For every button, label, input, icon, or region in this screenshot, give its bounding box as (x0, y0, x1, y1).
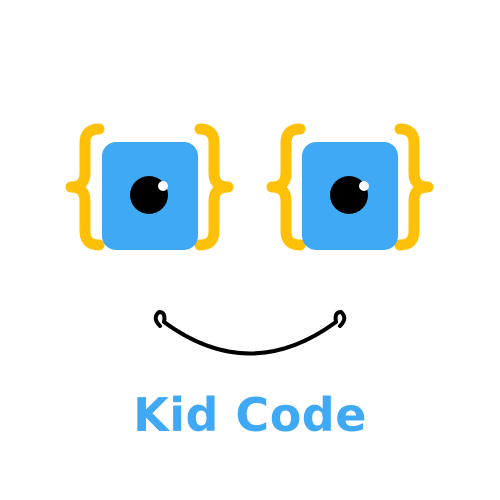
right-eye-opening-brace-icon (266, 123, 306, 251)
left-eye-highlight-icon (158, 181, 168, 191)
right-eye-highlight-icon (359, 181, 369, 191)
right-eye-icon (266, 123, 434, 251)
right-eye-closing-brace-icon (394, 123, 434, 251)
kid-code-logo: Kid Code (0, 0, 500, 500)
left-eye-opening-brace-icon (65, 123, 105, 251)
smile-icon (153, 310, 347, 356)
left-eye-icon (65, 123, 234, 251)
left-eye-closing-brace-icon (194, 123, 234, 251)
brand-title: Kid Code (133, 388, 367, 442)
